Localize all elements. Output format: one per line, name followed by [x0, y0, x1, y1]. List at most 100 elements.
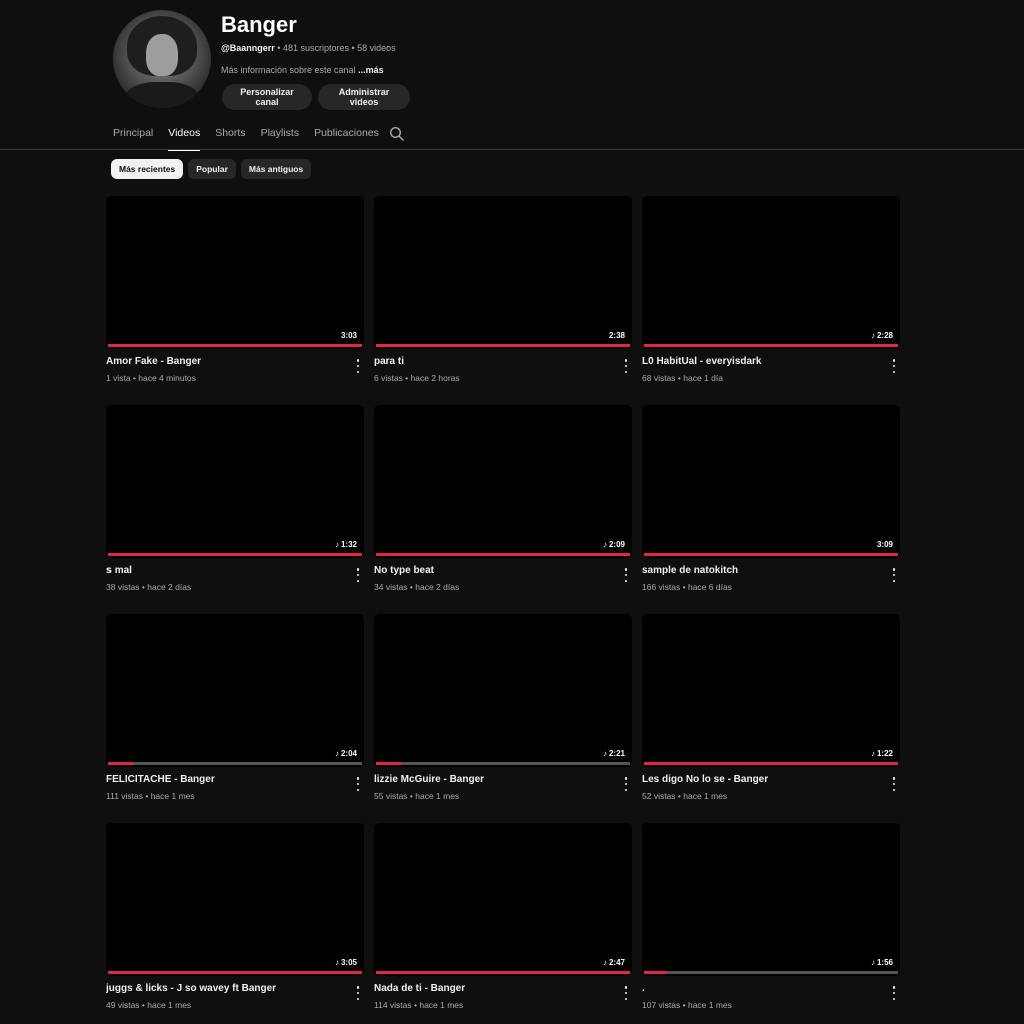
- video-thumbnail[interactable]: ♪ 1:56: [642, 823, 900, 976]
- video-title[interactable]: L0 HabitUal - everyisdark: [642, 356, 872, 367]
- more-vert-icon[interactable]: [354, 568, 362, 582]
- video-thumbnail[interactable]: ♪ 2:09: [374, 405, 632, 558]
- duration-badge: ♪ 1:22: [868, 748, 895, 759]
- manage-videos-button[interactable]: Administrar videos: [318, 84, 410, 110]
- channel-name: Banger: [221, 12, 297, 37]
- watch-progress-fill: [376, 971, 630, 974]
- more-vert-icon[interactable]: [622, 568, 630, 582]
- video-title[interactable]: Nada de ti - Banger: [374, 983, 604, 994]
- tab-playlists[interactable]: Playlists: [261, 122, 300, 150]
- video-meta: 6 vistas • hace 2 horas: [374, 373, 460, 383]
- video-card[interactable]: ♪ 3:05 juggs & licks - J so wavey ft Bange…: [106, 823, 364, 1023]
- about-more-link[interactable]: ...más: [358, 65, 384, 75]
- watch-progress-track: [644, 762, 898, 765]
- channel-tabs: Principal Videos Shorts Playlists Public…: [113, 122, 394, 151]
- video-count: 58 videos: [357, 43, 396, 53]
- search-icon[interactable]: [389, 126, 405, 142]
- video-title[interactable]: lizzie McGuire - Banger: [374, 774, 604, 785]
- filter-chips: Más recientes Popular Más antiguos: [111, 159, 312, 179]
- watch-progress-track: [376, 971, 630, 974]
- video-thumbnail[interactable]: ♪ 1:22: [642, 614, 900, 767]
- video-thumbnail[interactable]: ♪ 2:21: [374, 614, 632, 767]
- video-thumbnail[interactable]: ♪ 1:32: [106, 405, 364, 558]
- avatar-shirt: [125, 82, 199, 108]
- duration-badge: ♪ 3:05: [332, 957, 359, 968]
- watch-progress-track: [376, 762, 630, 765]
- video-title[interactable]: para ti: [374, 356, 604, 367]
- more-vert-icon[interactable]: [622, 986, 630, 1000]
- video-thumbnail[interactable]: 2:38: [374, 196, 632, 349]
- more-vert-icon[interactable]: [622, 359, 630, 373]
- tab-principal[interactable]: Principal: [113, 122, 153, 150]
- duration-text: 2:38: [608, 331, 625, 340]
- video-card[interactable]: 2:38 para ti 6 vistas • hace 2 horas: [374, 196, 632, 396]
- duration-text: 2:21: [608, 749, 625, 758]
- watch-progress-fill: [376, 344, 630, 347]
- about-text: Más información sobre este canal: [221, 65, 359, 75]
- watch-progress-fill: [644, 553, 898, 556]
- music-note-icon: ♪: [870, 748, 875, 758]
- watch-progress-fill: [376, 553, 630, 556]
- duration-text: 3:05: [340, 958, 357, 967]
- tab-videos[interactable]: Videos: [168, 122, 200, 151]
- channel-handle: @Baanngerr: [221, 43, 275, 53]
- video-title[interactable]: Amor Fake - Banger: [106, 356, 336, 367]
- duration-badge: ♪ 2:09: [600, 539, 627, 550]
- chip-oldest[interactable]: Más antiguos: [240, 159, 312, 179]
- video-title[interactable]: No type beat: [374, 565, 604, 576]
- more-vert-icon[interactable]: [890, 777, 898, 791]
- video-meta: 1 vista • hace 4 minutos: [106, 373, 196, 383]
- chip-most-recent[interactable]: Más recientes: [111, 159, 184, 179]
- more-vert-icon[interactable]: [622, 777, 630, 791]
- customize-channel-button[interactable]: Personalizar canal: [222, 84, 312, 110]
- video-title[interactable]: .: [642, 983, 872, 994]
- channel-meta: @Baanngerr • 481 suscriptores • 58 video…: [221, 43, 396, 53]
- video-card[interactable]: ♪ 1:56. 107 vistas • hace 1 mes: [642, 823, 900, 1023]
- video-title[interactable]: ꜱ mal: [106, 565, 336, 576]
- music-note-icon: ♪: [334, 957, 339, 967]
- more-vert-icon[interactable]: [354, 359, 362, 373]
- watch-progress-track: [108, 971, 362, 974]
- video-card[interactable]: ♪ 2:47 Nada de ti - Banger 114 vistas • hac…: [374, 823, 632, 1023]
- watch-progress-fill: [644, 971, 667, 974]
- video-title[interactable]: FELICITACHE - Banger: [106, 774, 336, 785]
- duration-badge: ♪ 2:28: [868, 330, 895, 341]
- tab-shorts[interactable]: Shorts: [215, 122, 245, 150]
- channel-avatar[interactable]: [113, 10, 211, 108]
- video-card[interactable]: ♪ 2:09 No type beat 34 vistas • hace 2 días: [374, 405, 632, 605]
- video-title[interactable]: sample de natokitch: [642, 565, 872, 576]
- more-vert-icon[interactable]: [890, 986, 898, 1000]
- watch-progress-track: [108, 344, 362, 347]
- video-meta: 49 vistas • hace 1 mes: [106, 1000, 192, 1010]
- duration-badge: ♪ 2:47: [600, 957, 627, 968]
- channel-about[interactable]: Más información sobre este canal ...más: [221, 65, 384, 75]
- video-thumbnail[interactable]: ♪ 2:28: [642, 196, 900, 349]
- video-card[interactable]: ♪ 2:04 FELICITACHE - Banger 111 vistas • ha…: [106, 614, 364, 814]
- duration-badge: ♪ 1:32: [332, 539, 359, 550]
- video-meta: 52 vistas • hace 1 mes: [642, 791, 728, 801]
- video-title[interactable]: juggs & licks - J so wavey ft Banger: [106, 983, 336, 994]
- video-thumbnail[interactable]: ♪ 2:04: [106, 614, 364, 767]
- video-card[interactable]: ♪ 2:28 L0 HabitUal - everyisdark 68 vistas …: [642, 196, 900, 396]
- more-vert-icon[interactable]: [354, 986, 362, 1000]
- video-title[interactable]: Les digo No lo se - Banger: [642, 774, 872, 785]
- watch-progress-track: [644, 971, 898, 974]
- video-card[interactable]: 3:09 sample de natokitch 166 vistas • hace…: [642, 405, 900, 605]
- video-card[interactable]: ♪ 2:21 lizzie McGuire - Banger 55 vistas • …: [374, 614, 632, 814]
- video-thumbnail[interactable]: ♪ 3:05: [106, 823, 364, 976]
- video-thumbnail[interactable]: 3:09: [642, 405, 900, 558]
- more-vert-icon[interactable]: [354, 777, 362, 791]
- watch-progress-track: [108, 762, 362, 765]
- tab-publicaciones[interactable]: Publicaciones: [314, 122, 379, 150]
- chip-popular[interactable]: Popular: [188, 159, 236, 179]
- video-meta: 38 vistas • hace 2 días: [106, 582, 192, 592]
- more-vert-icon[interactable]: [890, 359, 898, 373]
- watch-progress-track: [376, 553, 630, 556]
- video-card[interactable]: 3:03 Amor Fake - Banger 1 vista • hace 4 m…: [106, 196, 364, 396]
- video-card[interactable]: ♪ 1:22 Les digo No lo se - Banger 52 vistas…: [642, 614, 900, 814]
- video-thumbnail[interactable]: 3:03: [106, 196, 364, 349]
- watch-progress-track: [644, 553, 898, 556]
- more-vert-icon[interactable]: [890, 568, 898, 582]
- video-thumbnail[interactable]: ♪ 2:47: [374, 823, 632, 976]
- video-card[interactable]: ♪ 1:32 ꜱ mal 38 vistas • hace 2 días: [106, 405, 364, 605]
